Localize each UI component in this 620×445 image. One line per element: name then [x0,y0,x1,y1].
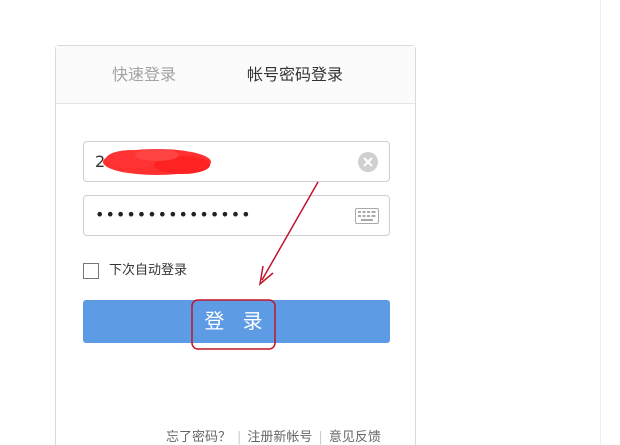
forgot-password-link[interactable]: 忘了密码？ [166,430,231,445]
password-value: ••••••••••••••• [95,205,252,224]
footer-links: 忘了密码？ | 注册新帐号 | 意见反馈 [166,430,381,445]
footer-separator: | [237,430,242,445]
register-link[interactable]: 注册新帐号 [247,430,312,445]
login-button[interactable]: 登 录 [83,300,390,343]
page-divider [600,0,601,445]
tab-account-login[interactable]: 帐号密码登录 [247,65,343,85]
username-field[interactable]: 2 [83,141,390,182]
password-field[interactable]: ••••••••••••••• [83,195,390,236]
page: 快速登录 帐号密码登录 2 ••••••••••••••• 下次自动登录 登 录… [0,0,620,445]
login-tabs: 快速登录 帐号密码登录 [56,46,415,104]
footer-separator: | [318,430,323,445]
clear-icon[interactable] [357,151,379,173]
tab-quick-login[interactable]: 快速登录 [112,65,176,85]
redaction-scribble [103,149,211,175]
keyboard-icon[interactable] [355,208,379,224]
remember-label[interactable]: 下次自动登录 [109,263,187,279]
login-card: 快速登录 帐号密码登录 2 ••••••••••••••• 下次自动登录 登 录… [55,45,416,445]
login-button-label: 登 录 [204,309,269,333]
remember-checkbox[interactable] [83,263,99,279]
feedback-link[interactable]: 意见反馈 [329,430,381,445]
